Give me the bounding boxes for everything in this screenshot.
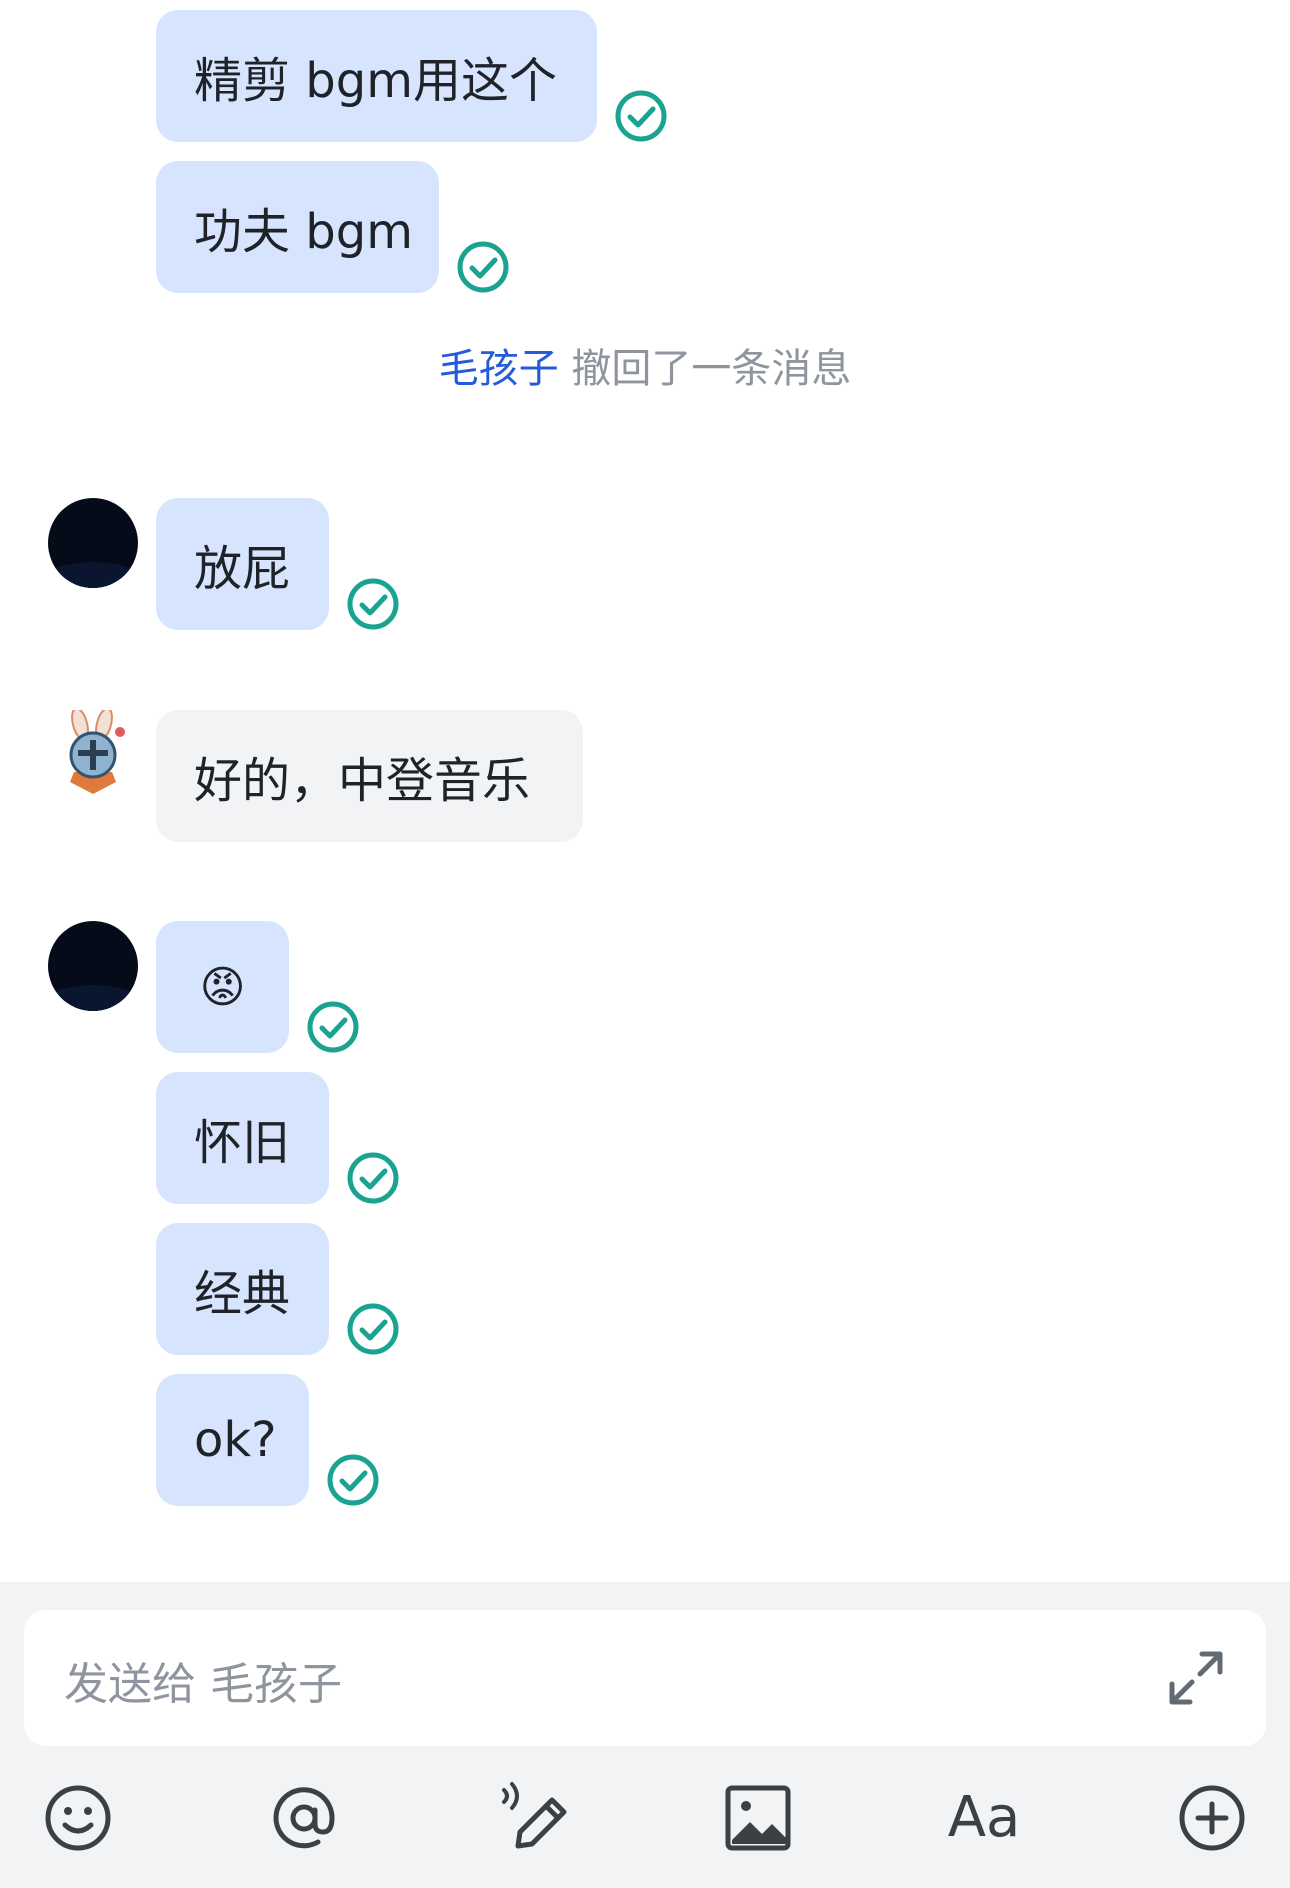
avatar[interactable] <box>48 921 138 1011</box>
composer-area: 发送给 毛孩子 Aa <box>0 1582 1290 1888</box>
message-bubble[interactable]: 😡 <box>156 921 289 1053</box>
avatar[interactable] <box>48 710 138 800</box>
expand-icon[interactable] <box>1166 1648 1226 1708</box>
emoji-icon[interactable] <box>40 1780 116 1856</box>
message-text: 精剪 bgm用这个 <box>194 53 557 109</box>
read-check-icon <box>347 1303 399 1355</box>
message-text: 功夫 bgm <box>194 204 413 260</box>
read-check-icon <box>457 241 509 293</box>
recall-text: 撤回了一条消息 <box>571 346 852 392</box>
message-bubble[interactable]: 精剪 bgm用这个 <box>156 10 597 142</box>
chat-thread[interactable]: 精剪 bgm用这个 功夫 bgm 毛孩子 撤回了一条消息 放屁 好的，中登音乐 … <box>0 0 1290 1582</box>
message-input[interactable]: 发送给 毛孩子 <box>24 1610 1266 1746</box>
read-check-icon <box>347 1152 399 1204</box>
font-icon[interactable]: Aa <box>946 1780 1022 1856</box>
read-check-icon <box>327 1454 379 1506</box>
message-text: 好的，中登音乐 <box>194 753 531 809</box>
recall-notice: 毛孩子 撤回了一条消息 <box>0 336 1290 394</box>
voice-pen-icon[interactable] <box>494 1780 570 1856</box>
image-icon[interactable] <box>720 1780 796 1856</box>
message-bubble[interactable]: 怀旧 <box>156 1072 329 1204</box>
message-text: 放屁 <box>194 541 291 597</box>
mention-icon[interactable] <box>266 1780 342 1856</box>
avatar[interactable] <box>48 498 138 588</box>
message-bubble[interactable]: ok? <box>156 1374 309 1506</box>
message-bubble-incoming[interactable]: 好的，中登音乐 <box>156 710 583 842</box>
message-bubble[interactable]: 放屁 <box>156 498 329 630</box>
recall-user-link[interactable]: 毛孩子 <box>439 346 559 392</box>
angry-emoji: 😡 <box>199 961 246 1013</box>
message-bubble[interactable]: 功夫 bgm <box>156 161 439 293</box>
message-text: 怀旧 <box>194 1115 291 1171</box>
message-input-placeholder: 发送给 毛孩子 <box>64 1659 342 1710</box>
message-bubble[interactable]: 经典 <box>156 1223 329 1355</box>
read-check-icon <box>615 90 667 142</box>
message-text: 经典 <box>194 1266 291 1322</box>
message-text: ok? <box>194 1412 277 1468</box>
read-check-icon <box>347 578 399 630</box>
composer-toolbar: Aa <box>0 1780 1290 1870</box>
plus-icon[interactable] <box>1174 1780 1250 1856</box>
read-check-icon <box>307 1001 359 1053</box>
